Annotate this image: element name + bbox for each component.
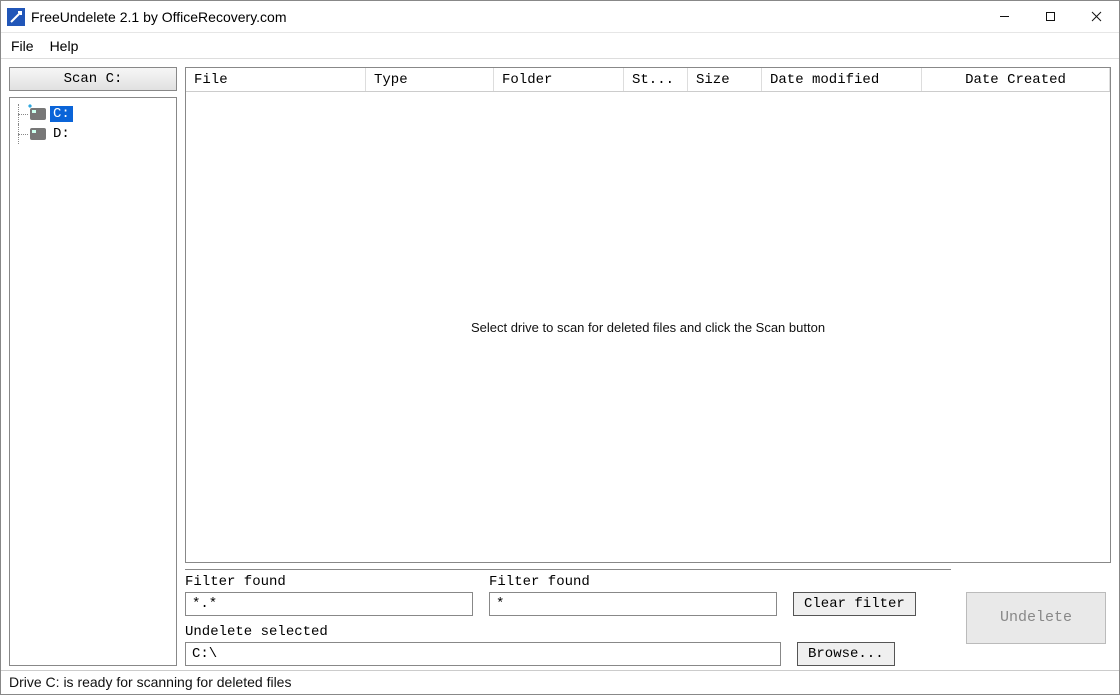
undelete-selected-row: Browse... bbox=[185, 642, 951, 666]
drive-tree-item[interactable]: C: bbox=[14, 104, 172, 124]
col-date-modified[interactable]: Date modified bbox=[762, 68, 922, 91]
filter-input-1[interactable] bbox=[185, 592, 473, 616]
table-empty-message: Select drive to scan for deleted files a… bbox=[186, 92, 1110, 562]
scan-button[interactable]: Scan C: bbox=[9, 67, 177, 91]
content-area: Scan C: C: D: File Type Folder St... Siz… bbox=[1, 59, 1119, 670]
menu-file[interactable]: File bbox=[11, 38, 34, 54]
col-type[interactable]: Type bbox=[366, 68, 494, 91]
col-date-created[interactable]: Date Created bbox=[922, 68, 1110, 91]
minimize-button[interactable] bbox=[981, 1, 1027, 32]
col-size[interactable]: Size bbox=[688, 68, 762, 91]
window-controls bbox=[981, 1, 1119, 32]
right-pane: File Type Folder St... Size Date modifie… bbox=[185, 67, 1111, 666]
left-pane: Scan C: C: D: bbox=[9, 67, 177, 666]
clear-filter-button[interactable]: Clear filter bbox=[793, 592, 916, 616]
close-button[interactable] bbox=[1073, 1, 1119, 32]
col-file[interactable]: File bbox=[186, 68, 366, 91]
drive-icon bbox=[30, 108, 46, 120]
filter-col-2: Filter found bbox=[489, 574, 777, 616]
bottom-area: Filter found Filter found Clear filter U… bbox=[185, 569, 1111, 666]
filter-label-1: Filter found bbox=[185, 574, 473, 590]
window-title: FreeUndelete 2.1 by OfficeRecovery.com bbox=[31, 9, 981, 25]
menu-help[interactable]: Help bbox=[50, 38, 79, 54]
filter-label-2: Filter found bbox=[489, 574, 777, 590]
filter-col-1: Filter found bbox=[185, 574, 473, 616]
table-header-row: File Type Folder St... Size Date modifie… bbox=[186, 68, 1110, 92]
drive-icon bbox=[30, 128, 46, 140]
undelete-pane: Undelete bbox=[961, 569, 1111, 666]
col-state[interactable]: St... bbox=[624, 68, 688, 91]
app-icon bbox=[7, 8, 25, 26]
undelete-button[interactable]: Undelete bbox=[966, 592, 1106, 644]
drive-tree[interactable]: C: D: bbox=[9, 97, 177, 666]
undelete-path-input[interactable] bbox=[185, 642, 781, 666]
file-table: File Type Folder St... Size Date modifie… bbox=[185, 67, 1111, 563]
filter-row: Filter found Filter found Clear filter bbox=[185, 574, 951, 616]
titlebar: FreeUndelete 2.1 by OfficeRecovery.com bbox=[1, 1, 1119, 33]
undelete-selected-label: Undelete selected bbox=[185, 624, 951, 640]
forms-area: Filter found Filter found Clear filter U… bbox=[185, 569, 951, 666]
drive-label: C: bbox=[50, 106, 73, 122]
menubar: File Help bbox=[1, 33, 1119, 59]
browse-button[interactable]: Browse... bbox=[797, 642, 895, 666]
filter-input-2[interactable] bbox=[489, 592, 777, 616]
col-folder[interactable]: Folder bbox=[494, 68, 624, 91]
maximize-button[interactable] bbox=[1027, 1, 1073, 32]
drive-label: D: bbox=[50, 126, 73, 142]
drive-tree-item[interactable]: D: bbox=[14, 124, 172, 144]
status-bar: Drive C: is ready for scanning for delet… bbox=[1, 670, 1119, 694]
